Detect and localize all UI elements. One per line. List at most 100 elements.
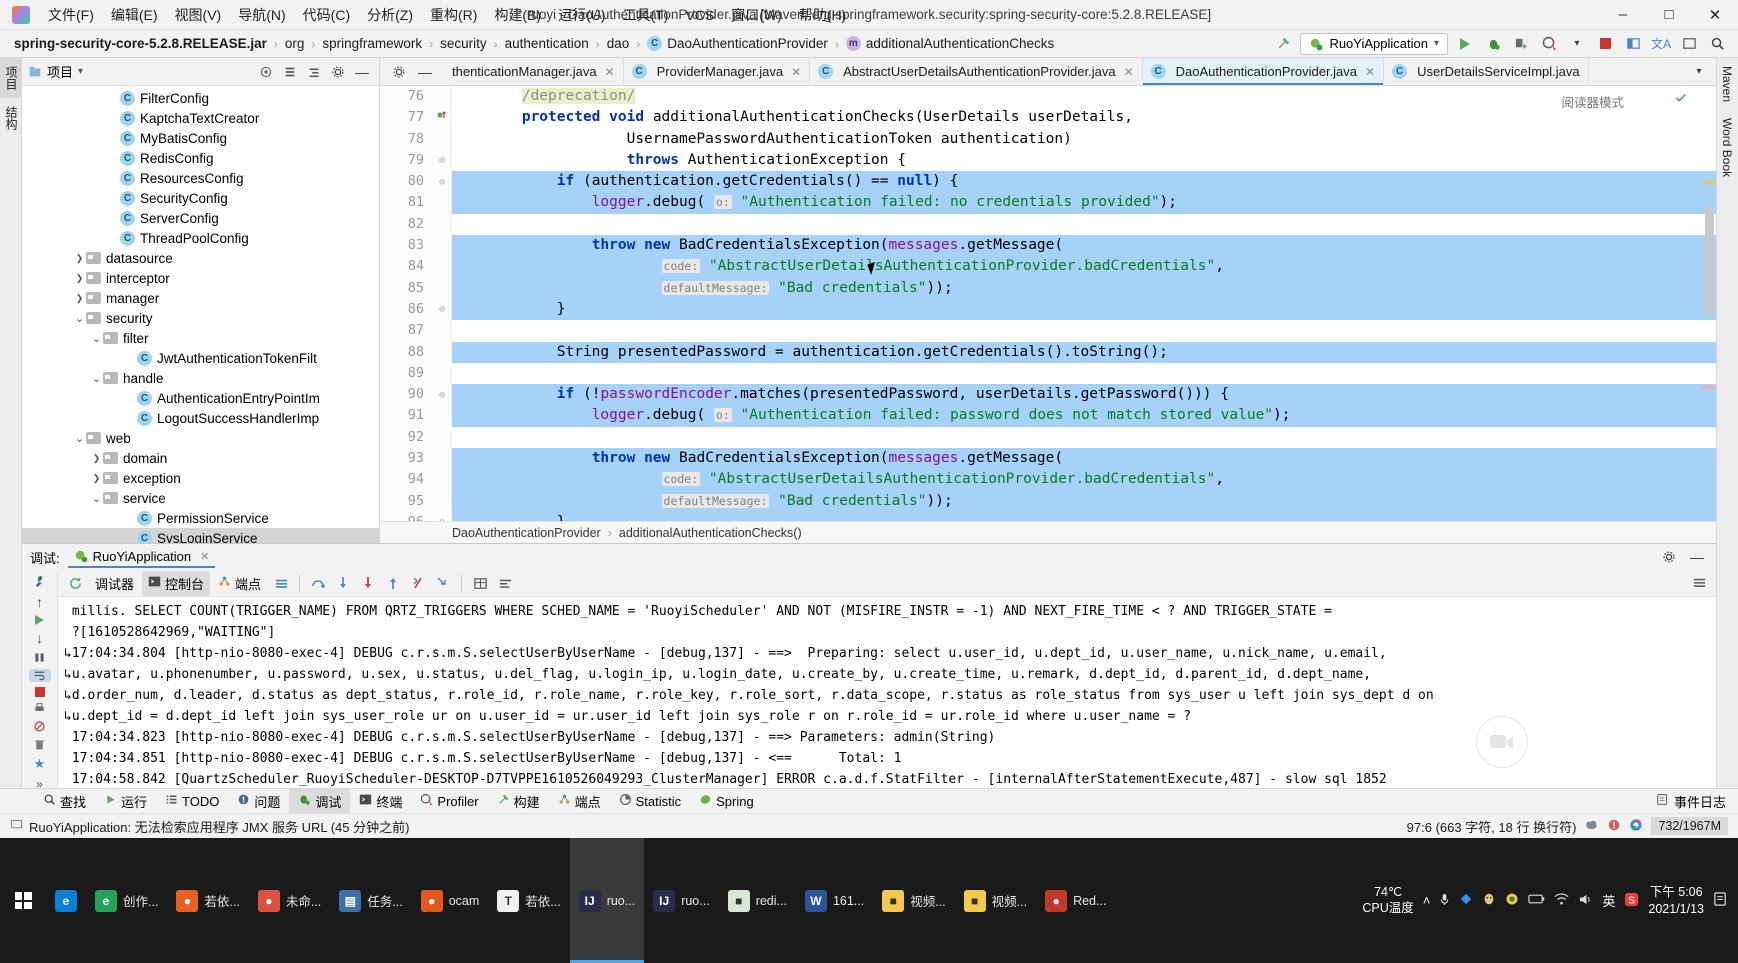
bottom-tab-运行[interactable]: 运行: [95, 789, 156, 814]
taskbar-item-firefox[interactable]: ● 若依...: [167, 838, 248, 963]
battery-icon[interactable]: [1528, 893, 1545, 908]
breadcrumb-method[interactable]: additionalAuthenticationChecks(): [619, 526, 802, 540]
code-line[interactable]: 80 ⊖ if (authentication.getCredentials() …: [380, 171, 1716, 193]
fold-marker-icon[interactable]: ⊖: [432, 511, 452, 521]
lines-icon[interactable]: [270, 572, 292, 594]
project-tree[interactable]: C FilterConfig C KaptchaTextCreator C MyBatis…: [22, 86, 379, 543]
step-out-icon[interactable]: [382, 572, 404, 594]
tree-node[interactable]: C RedisConfig: [22, 148, 379, 168]
qq-icon[interactable]: [1482, 892, 1496, 909]
code-line[interactable]: 86 ⊖ }: [380, 298, 1716, 321]
editor-tab-1[interactable]: C ProviderManager.java ✕: [624, 58, 811, 85]
code-line[interactable]: 82: [380, 214, 1716, 235]
up-icon[interactable]: ↑: [29, 594, 51, 610]
menu-item-11[interactable]: 窗口(W): [723, 1, 790, 29]
debug-tab-2[interactable]: 端点: [212, 571, 267, 596]
profiler-button[interactable]: [1538, 33, 1560, 55]
chevron-icon[interactable]: ⌄: [90, 492, 103, 505]
tree-node[interactable]: ❯ domain: [22, 448, 379, 468]
code-text[interactable]: if (!passwordEncoder.matches(presentedPa…: [452, 384, 1716, 406]
bottom-tab-Statistic[interactable]: Statistic: [610, 790, 691, 812]
code-line[interactable]: 78 UsernamePasswordAuthenticationToken a…: [380, 129, 1716, 150]
tree-node[interactable]: C AuthenticationEntryPointIm: [22, 388, 379, 408]
taskbar-item-typora[interactable]: T 若依...: [488, 838, 569, 963]
wifi-icon[interactable]: [1554, 892, 1569, 909]
taskbar-item-word[interactable]: W 161...: [796, 838, 873, 963]
window-icon[interactable]: [1678, 33, 1700, 55]
wrench-icon[interactable]: [29, 574, 51, 589]
code-line[interactable]: 89: [380, 363, 1716, 384]
run-configuration-selector[interactable]: RuoYiApplication ▾: [1300, 32, 1448, 55]
right-tool-tab-Maven[interactable]: Maven: [1717, 58, 1737, 110]
code-text[interactable]: code: "AbstractUserDetailsAuthentication…: [452, 256, 1716, 278]
bottom-tab-TODO[interactable]: TODO: [156, 790, 228, 812]
collapse-icon[interactable]: [279, 61, 301, 83]
reader-mode-label[interactable]: 阅读器模式: [1561, 92, 1624, 111]
taskbar-item-task-manager[interactable]: ▤ 任务...: [330, 838, 411, 963]
menu-item-8[interactable]: 运行(U): [550, 1, 613, 29]
evaluate-icon[interactable]: [469, 572, 491, 594]
taskbar-item-chrome[interactable]: ● 未命...: [249, 838, 330, 963]
code-text[interactable]: defaultMessage: "Bad credentials"));: [452, 277, 1716, 299]
gear-icon[interactable]: [388, 61, 410, 83]
minimize-icon[interactable]: —: [1686, 546, 1708, 568]
taskbar-item-idea-2[interactable]: IJ ruo...: [644, 838, 719, 963]
fold-marker-icon[interactable]: ⊖: [432, 298, 452, 320]
shield-icon[interactable]: [1505, 892, 1519, 909]
tree-node[interactable]: ⌄ handle: [22, 368, 379, 388]
code-line[interactable]: 92: [380, 427, 1716, 448]
layout-icon[interactable]: [1622, 33, 1644, 55]
tree-node[interactable]: ⌄ filter: [22, 328, 379, 348]
editor-marker[interactable]: [1702, 181, 1716, 184]
bottom-tab-问题[interactable]: 问题: [228, 789, 289, 814]
rerun-icon[interactable]: [64, 572, 86, 594]
close-button[interactable]: ✕: [1692, 0, 1738, 30]
code-line[interactable]: 76 /deprecation/: [380, 86, 1716, 107]
tree-node[interactable]: C FilterConfig: [22, 88, 379, 108]
code-text[interactable]: defaultMessage: "Bad credentials"));: [452, 490, 1716, 512]
menu-item-4[interactable]: 代码(C): [295, 1, 358, 29]
bottom-tab-端点[interactable]: 端点: [549, 789, 610, 814]
code-text[interactable]: String presentedPassword = authenticatio…: [452, 341, 1716, 363]
caret-position[interactable]: 97:6 (663 字符, 18 行 换行符): [1407, 817, 1577, 836]
minimize-button[interactable]: –: [1600, 0, 1646, 30]
start-button[interactable]: [0, 838, 46, 963]
tree-node[interactable]: ⌄ web: [22, 428, 379, 448]
console-output[interactable]: millis. SELECT COUNT(TRIGGER_NAME) FROM …: [58, 597, 1716, 788]
tree-node[interactable]: ❯ datasource: [22, 248, 379, 268]
pause-icon[interactable]: [29, 651, 51, 664]
diamond-icon[interactable]: [1459, 892, 1473, 909]
close-icon[interactable]: ✕: [1365, 65, 1375, 79]
resume-icon[interactable]: [29, 615, 51, 625]
breadcrumb-item-6[interactable]: C DaoAuthenticationProvider: [647, 36, 828, 51]
close-icon[interactable]: ✕: [200, 550, 209, 563]
code-line[interactable]: 81 logger.debug( o: "Authentication fail…: [380, 192, 1716, 214]
run-button[interactable]: [1454, 33, 1476, 55]
taskbar-item-edge[interactable]: e: [46, 838, 86, 963]
editor-scrollbar[interactable]: [1705, 206, 1714, 316]
minimize-icon[interactable]: —: [414, 61, 436, 83]
debug-tab-0[interactable]: 调试器: [89, 571, 140, 596]
bottom-tab-构建[interactable]: 构建: [488, 789, 549, 814]
gear-icon[interactable]: [1658, 546, 1680, 568]
bottom-tab-Profiler[interactable]: Profiler: [411, 790, 487, 812]
tree-node[interactable]: C ResourcesConfig: [22, 168, 379, 188]
chevron-down-icon[interactable]: ▾: [1566, 33, 1588, 55]
chevron-icon[interactable]: ❯: [73, 253, 86, 264]
step-into-icon[interactable]: [332, 572, 354, 594]
code-text[interactable]: logger.debug( o: "Authentication failed:…: [452, 405, 1716, 427]
menu-item-9[interactable]: 工具(T): [615, 1, 677, 29]
code-line[interactable]: 83 throw new BadCredentialsException(mes…: [380, 235, 1716, 257]
search-icon[interactable]: [1706, 33, 1728, 55]
code-text[interactable]: UsernamePasswordAuthenticationToken auth…: [452, 129, 1716, 150]
tree-node[interactable]: ⌄ security: [22, 308, 379, 328]
down-icon[interactable]: ↓: [29, 630, 51, 646]
code-line[interactable]: 96⊖ }: [380, 511, 1716, 521]
fold-marker-icon[interactable]: ⊖: [432, 171, 452, 193]
code-text[interactable]: protected void additionalAuthenticationC…: [452, 107, 1716, 128]
chevron-icon[interactable]: ⌄: [73, 432, 86, 445]
sogou-icon[interactable]: S: [1624, 892, 1639, 910]
print-icon[interactable]: [29, 702, 51, 715]
code-text[interactable]: /deprecation/: [452, 86, 1716, 107]
debug-session-tab[interactable]: RuoYiApplication ✕: [67, 547, 216, 568]
